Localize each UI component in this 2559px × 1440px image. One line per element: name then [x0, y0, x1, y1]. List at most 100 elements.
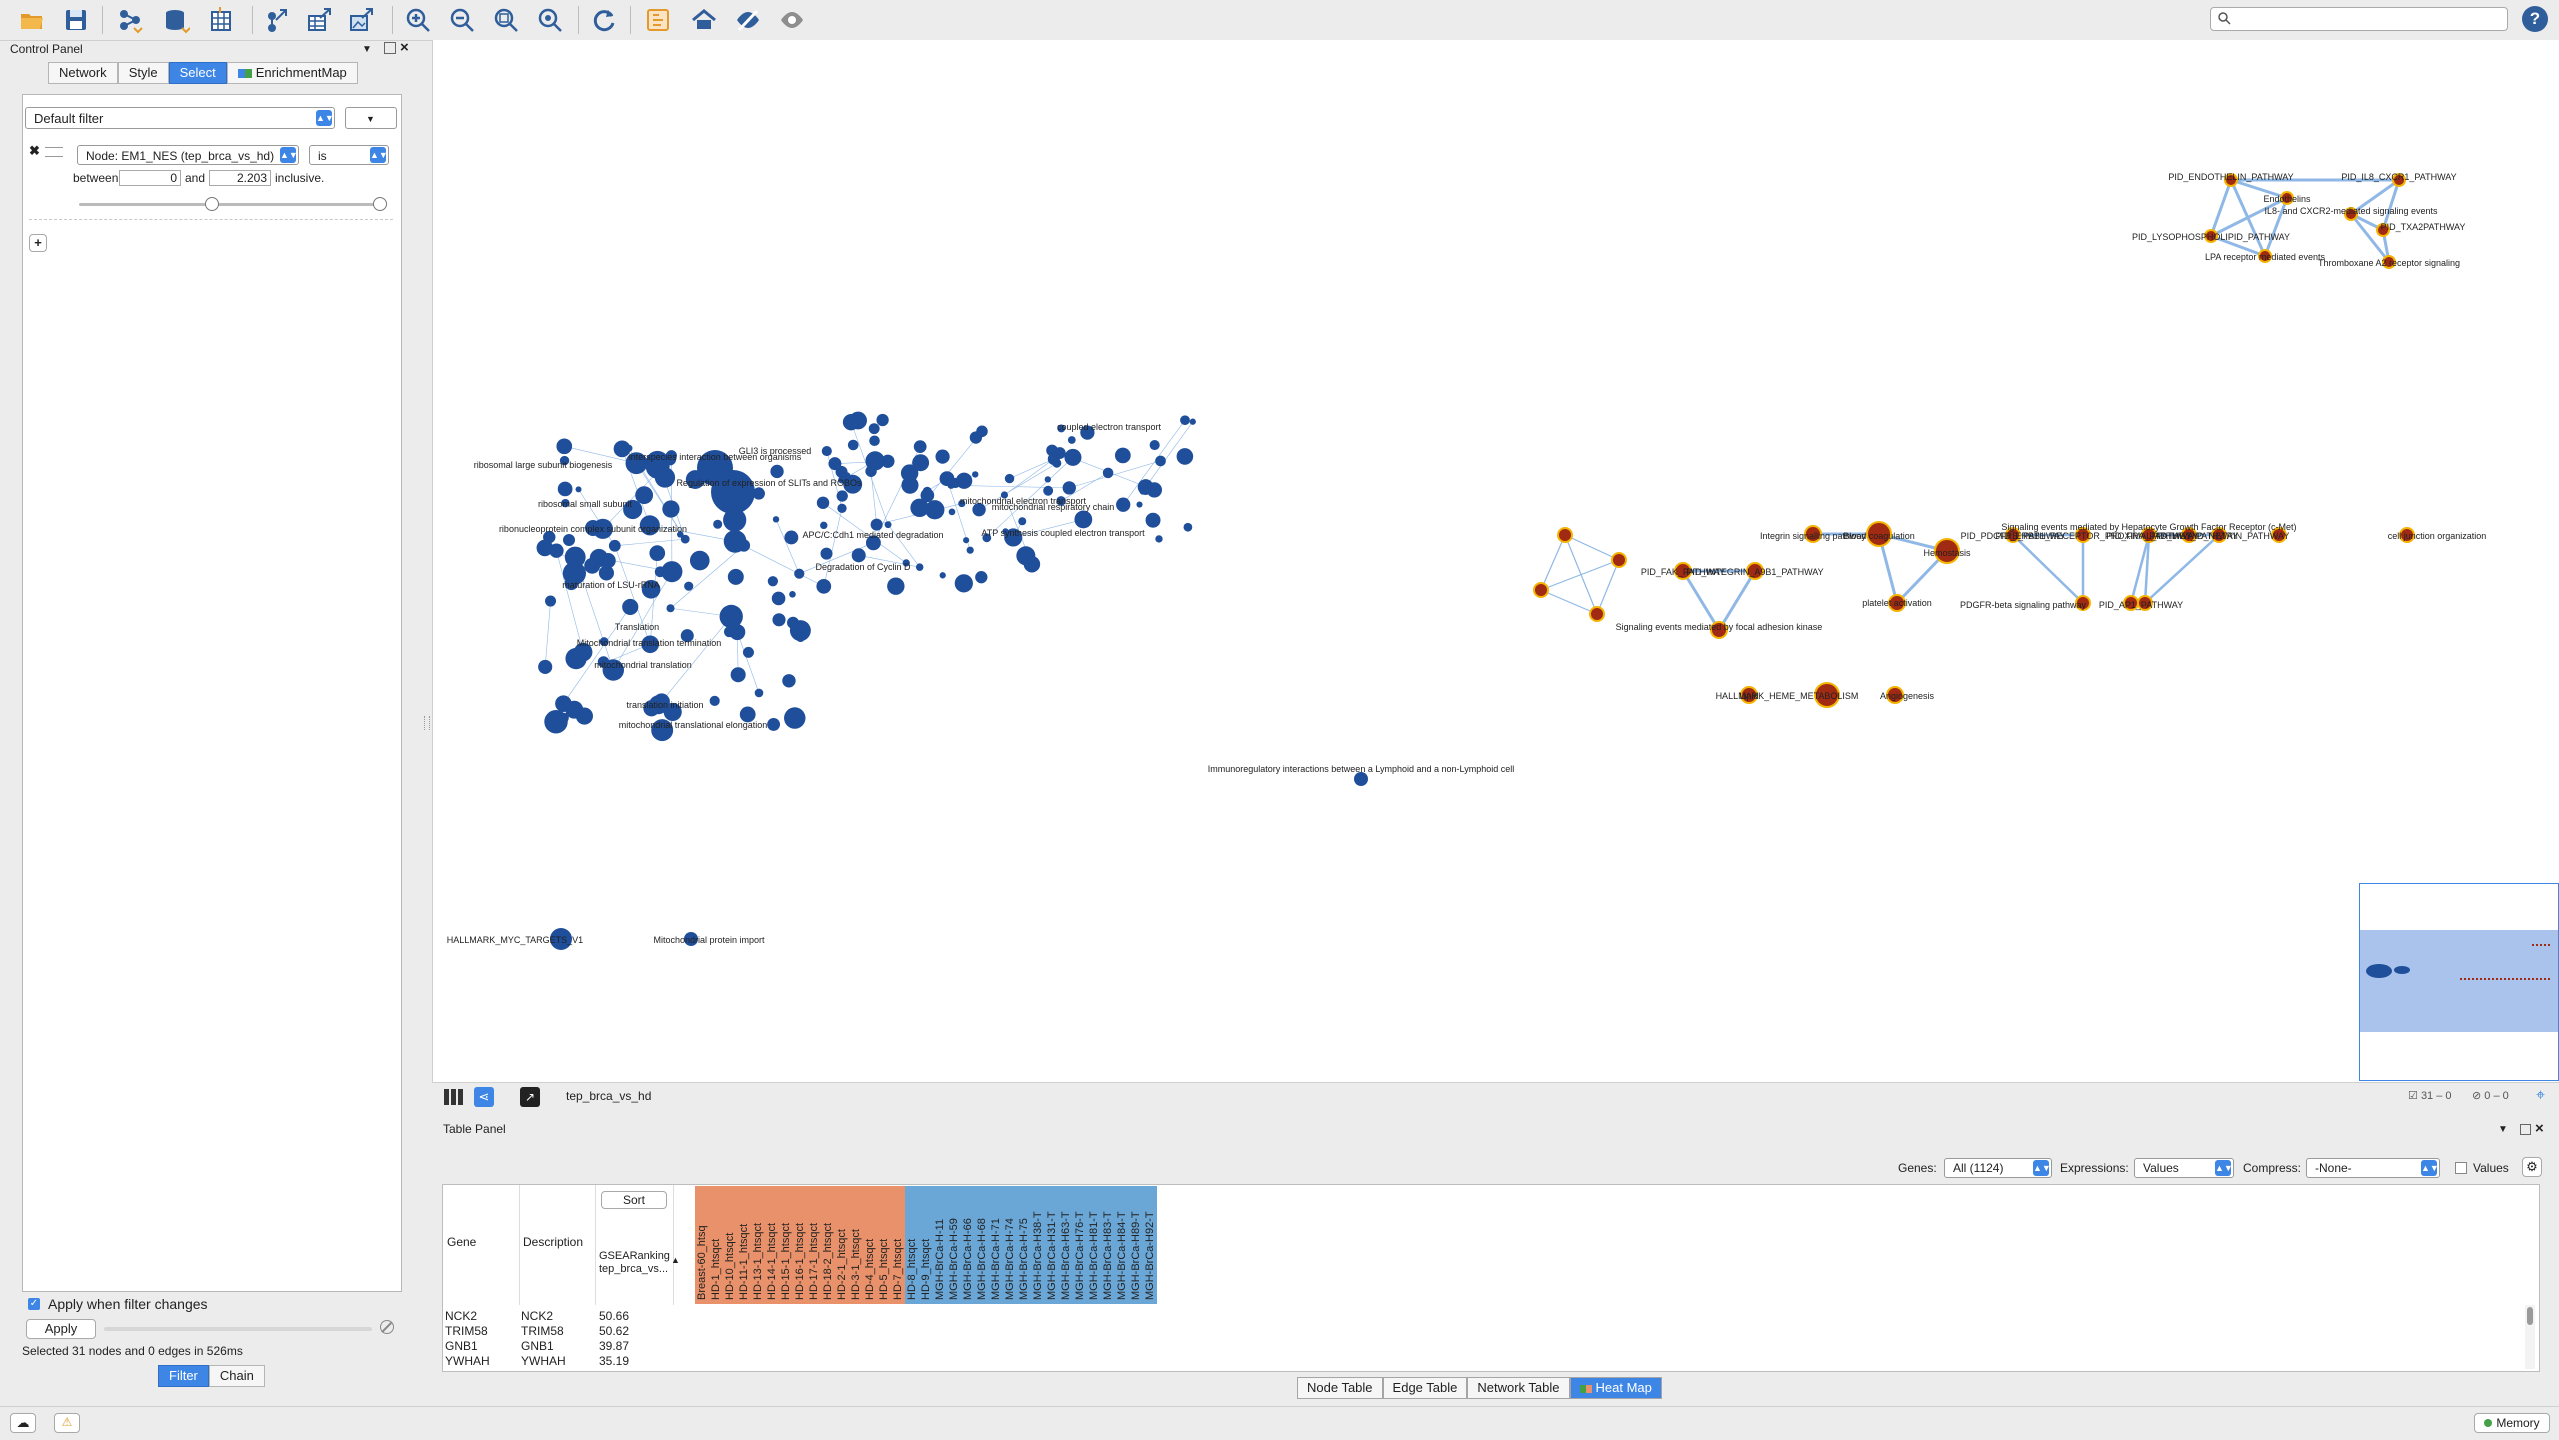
- heatmap-column-header[interactable]: MGH-BrCa-H81-T: [1087, 1186, 1101, 1304]
- zoom-fit-icon[interactable]: [490, 4, 522, 36]
- network-node[interactable]: [821, 548, 833, 560]
- network-node[interactable]: [1150, 440, 1160, 450]
- network-node[interactable]: [1146, 513, 1161, 528]
- network-node[interactable]: [1590, 607, 1604, 621]
- network-node[interactable]: [565, 547, 586, 568]
- drag-handle-icon[interactable]: [45, 147, 63, 157]
- network-node[interactable]: [916, 563, 923, 570]
- network-node[interactable]: [976, 426, 988, 438]
- network-node[interactable]: [565, 648, 586, 669]
- network-node[interactable]: [1180, 415, 1190, 425]
- heatmap-column-header[interactable]: HD-1_htsqct: [709, 1186, 723, 1304]
- network-node[interactable]: [713, 520, 722, 529]
- network-node[interactable]: [1116, 498, 1130, 512]
- network-node[interactable]: [940, 471, 955, 486]
- network-node[interactable]: [784, 707, 805, 728]
- ranking-column-header[interactable]: Sort GSEARanking tep_brca_vs... ▲: [595, 1185, 674, 1305]
- network-node[interactable]: [1016, 546, 1035, 565]
- close-panel-icon[interactable]: ×: [400, 39, 409, 56]
- network-node[interactable]: [949, 508, 956, 515]
- heatmap-column-header[interactable]: Breast-60_htsq: [695, 1186, 709, 1304]
- network-node[interactable]: [1534, 583, 1548, 597]
- network-edge[interactable]: [824, 508, 842, 586]
- network-node[interactable]: [852, 548, 866, 562]
- network-node[interactable]: [1190, 419, 1196, 425]
- network-node[interactable]: [538, 660, 552, 674]
- filter-options-menu[interactable]: ▼: [345, 107, 397, 129]
- network-edge[interactable]: [737, 632, 759, 693]
- network-node[interactable]: [622, 599, 638, 615]
- network-node[interactable]: [666, 604, 674, 612]
- sort-button[interactable]: Sort: [601, 1191, 667, 1209]
- network-node[interactable]: [963, 537, 969, 543]
- zoom-out-icon[interactable]: [446, 4, 478, 36]
- heatmap-column-header[interactable]: HD-13-1_htsqct: [751, 1186, 765, 1304]
- network-node[interactable]: [563, 534, 575, 546]
- fit-navigator-icon[interactable]: ⌖: [2536, 1087, 2545, 1105]
- heatmap-column-header[interactable]: HD-10_htsqct: [723, 1186, 737, 1304]
- network-node[interactable]: [549, 544, 563, 558]
- heatmap-column-header[interactable]: HD-17-1_htsqct: [807, 1186, 821, 1304]
- network-node[interactable]: [724, 530, 747, 553]
- heatmap-column-header[interactable]: MGH-BrCa-H31-T: [1045, 1186, 1059, 1304]
- network-node[interactable]: [598, 554, 605, 561]
- tab-style[interactable]: Style: [118, 62, 169, 84]
- network-node[interactable]: [871, 519, 883, 531]
- network-node[interactable]: [684, 582, 693, 591]
- heatmap-column-header[interactable]: MGH-BrCa-H-59: [947, 1186, 961, 1304]
- home-icon[interactable]: [688, 4, 720, 36]
- network-edge[interactable]: [2145, 535, 2219, 603]
- chevron-down-icon[interactable]: ▼: [362, 44, 372, 55]
- refresh-icon[interactable]: [588, 4, 620, 36]
- grid-view-icon[interactable]: [444, 1089, 464, 1105]
- heatmap-column-header[interactable]: HD-2-1_htsqct: [835, 1186, 849, 1304]
- heatmap-column-header[interactable]: MGH-BrCa-H-66: [961, 1186, 975, 1304]
- network-node[interactable]: [690, 551, 710, 571]
- slider-low-handle[interactable]: [205, 197, 219, 211]
- filter-column-select[interactable]: Node: EM1_NES (tep_brca_vs_hd) ▲▼: [77, 145, 299, 165]
- heatmap-column-header[interactable]: MGH-BrCa-H-71: [989, 1186, 1003, 1304]
- heatmap-column-header[interactable]: HD-5_htsqct: [877, 1186, 891, 1304]
- splitter-handle[interactable]: [424, 716, 430, 730]
- tab-enrichmentmap[interactable]: EnrichmentMap: [227, 62, 358, 84]
- network-node[interactable]: [828, 457, 841, 470]
- network-node[interactable]: [1052, 459, 1061, 468]
- cloud-icon[interactable]: ☁: [10, 1413, 36, 1433]
- zoom-selected-icon[interactable]: [534, 4, 566, 36]
- network-node[interactable]: [901, 477, 918, 494]
- description-column-header[interactable]: Description: [519, 1185, 596, 1305]
- chevron-down-icon[interactable]: ▼: [2498, 1124, 2508, 1135]
- network-node[interactable]: [914, 440, 927, 453]
- network-node[interactable]: [794, 569, 804, 579]
- expressions-select[interactable]: Values▲▼: [2134, 1158, 2234, 1178]
- network-node[interactable]: [767, 718, 780, 731]
- settings-gear-icon[interactable]: ⚙: [2522, 1157, 2542, 1177]
- new-network-from-selection-icon[interactable]: [642, 4, 674, 36]
- network-node[interactable]: [837, 504, 846, 513]
- network-node[interactable]: [773, 516, 779, 522]
- heatmap-column-header[interactable]: MGH-BrCa-H38-T: [1031, 1186, 1045, 1304]
- heatmap-column-header[interactable]: MGH-BrCa-H-68: [975, 1186, 989, 1304]
- heatmap-column-header[interactable]: HD-16-1_htsqct: [793, 1186, 807, 1304]
- tab-filter[interactable]: Filter: [158, 1365, 209, 1387]
- network-node[interactable]: [1177, 448, 1194, 465]
- network-node[interactable]: [885, 521, 892, 528]
- network-node[interactable]: [1115, 448, 1131, 464]
- network-node[interactable]: [1005, 474, 1014, 483]
- open-session-icon[interactable]: [16, 4, 48, 36]
- network-node[interactable]: [789, 591, 796, 598]
- network-node[interactable]: [817, 497, 829, 509]
- gene-column-header[interactable]: Gene: [443, 1185, 520, 1305]
- network-node[interactable]: [720, 605, 743, 628]
- heatmap-column-header[interactable]: HD-15-1_htsqct: [779, 1186, 793, 1304]
- tab-select[interactable]: Select: [169, 62, 227, 84]
- filter-operator-select[interactable]: is ▲▼: [309, 145, 389, 165]
- help-button[interactable]: ?: [2522, 6, 2548, 32]
- heatmap-column-header[interactable]: HD-11-1_htsqct: [737, 1186, 751, 1304]
- apply-when-changes-checkbox[interactable]: ✓: [28, 1298, 40, 1310]
- heatmap-column-header[interactable]: HD-14-1_htsqct: [765, 1186, 779, 1304]
- network-node[interactable]: [576, 486, 582, 492]
- network-node[interactable]: [921, 488, 935, 502]
- values-checkbox[interactable]: [2455, 1162, 2467, 1174]
- network-node[interactable]: [1045, 476, 1051, 482]
